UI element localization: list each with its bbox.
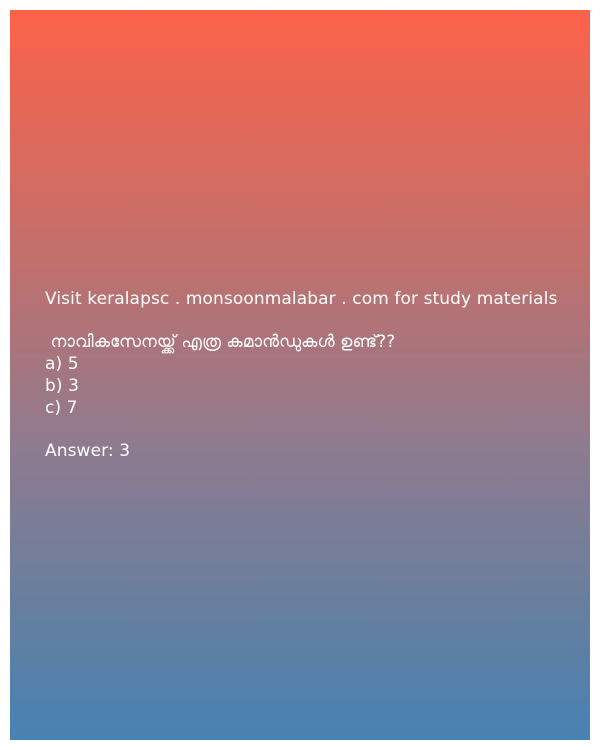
question-text: നാവികസേനയ്ക്ക് എത്ര കമാൻഡുകൾ ഉണ്ട്??	[45, 332, 396, 352]
answer-text: Answer: 3	[45, 441, 131, 461]
option-b: b) 3	[45, 376, 80, 396]
card-content: Visit keralapsc . monsoonmalabar . com f…	[45, 288, 585, 462]
question-card: Visit keralapsc . monsoonmalabar . com f…	[10, 10, 590, 740]
option-c: c) 7	[45, 398, 78, 418]
visit-text: Visit keralapsc . monsoonmalabar . com f…	[45, 289, 558, 309]
option-a: a) 5	[45, 354, 79, 374]
